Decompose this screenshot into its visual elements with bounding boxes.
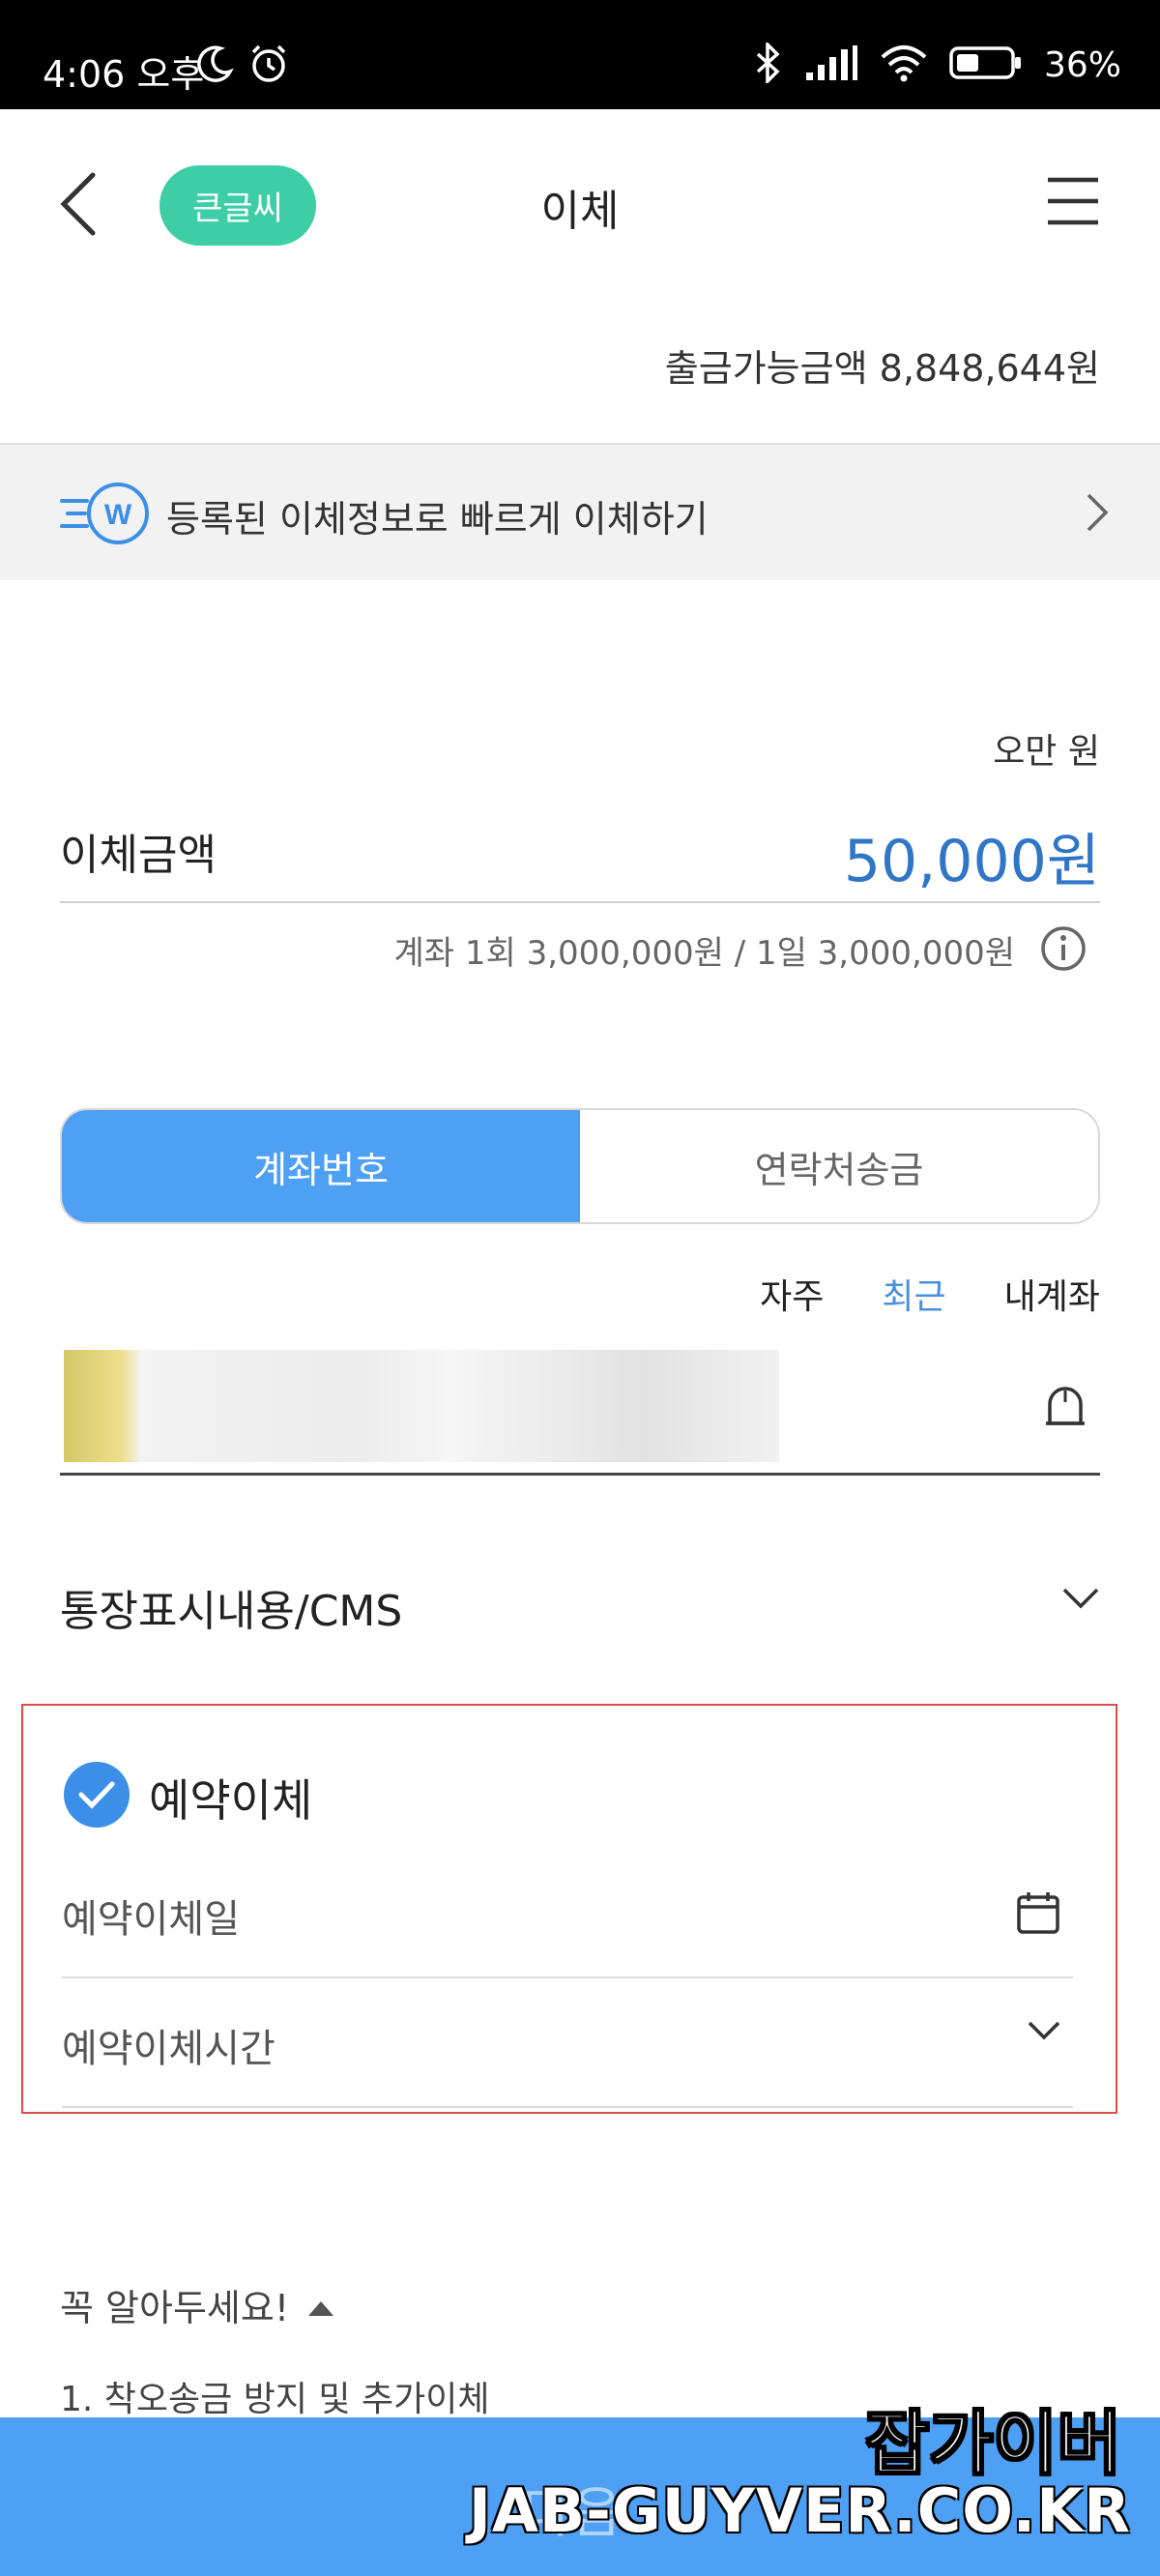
notice-item: 1. 착오송금 방지 및 추가이체 <box>60 2380 490 2419</box>
moon-icon <box>193 43 236 89</box>
reservation-time-label: 예약이체시간 <box>62 2027 276 2071</box>
account-input[interactable] <box>60 1348 1100 1476</box>
info-icon[interactable] <box>1039 924 1088 977</box>
reservation-checkbox[interactable] <box>64 1762 130 1828</box>
battery-icon <box>949 44 1023 85</box>
svg-text:W: W <box>104 499 132 531</box>
triangle-up-icon <box>306 2284 335 2327</box>
blurred-account-info <box>64 1350 779 1462</box>
amount-input[interactable]: 50,000원 <box>844 814 1100 898</box>
amount-in-words: 오만 원 <box>993 732 1100 772</box>
notice-title: 꼭 알아두세요! <box>60 2287 290 2329</box>
amount-label: 이체금액 <box>60 831 217 880</box>
menu-button[interactable] <box>1044 172 1102 230</box>
status-time: 4:06 오후 <box>43 53 205 96</box>
available-balance: 출금가능금액 8,848,644원 <box>664 347 1100 390</box>
tab-contact-transfer[interactable]: 연락처송금 <box>580 1110 1098 1222</box>
watermark-korean: 잡가이버 <box>864 2402 1122 2485</box>
reservation-time-field[interactable]: 예약이체시간 <box>62 1980 1073 2108</box>
watermark-url: JAB-GUYVER.CO.KR <box>468 2475 1131 2546</box>
amount-underline <box>60 901 1100 903</box>
hamburger-menu-icon <box>1048 177 1098 225</box>
tab-account-number[interactable]: 계좌번호 <box>62 1110 580 1222</box>
account-filters: 자주 최근 내계좌 <box>760 1269 1100 1319</box>
memo-cms-label: 통장표시내용/CMS <box>60 1587 403 1636</box>
quick-transfer-bar[interactable]: W 등록된 이체정보로 빠르게 이체하기 <box>0 443 1160 580</box>
fast-transfer-icon: W <box>58 478 155 553</box>
reservation-title: 예약이체 <box>149 1774 313 1827</box>
quick-transfer-label: 등록된 이체정보로 빠르게 이체하기 <box>166 498 709 541</box>
filter-my-accounts[interactable]: 내계좌 <box>1004 1269 1100 1319</box>
notice-toggle[interactable]: 꼭 알아두세요! <box>60 2278 335 2331</box>
reservation-section: 예약이체 예약이체일 예약이체시간 <box>21 1704 1117 2114</box>
filter-frequent[interactable]: 자주 <box>760 1269 824 1319</box>
reservation-date-label: 예약이체일 <box>62 1897 240 1942</box>
chevron-down-icon <box>1061 1586 1100 1615</box>
alarm-icon <box>247 43 290 89</box>
memo-cms-row[interactable]: 통장표시내용/CMS <box>60 1566 1100 1654</box>
signal-icon <box>804 44 858 86</box>
status-right: 36% <box>754 40 1121 87</box>
calendar-icon <box>1015 1889 1061 1940</box>
filter-recent[interactable]: 최근 <box>882 1269 945 1319</box>
page-title: 이체 <box>540 187 620 236</box>
chevron-down-icon <box>1027 2019 1061 2046</box>
status-bar: 4:06 오후 36% <box>0 0 1160 109</box>
bluetooth-icon <box>754 40 783 87</box>
bank-select-icon[interactable] <box>1042 1383 1088 1433</box>
wifi-icon <box>880 44 928 86</box>
battery-percent: 36% <box>1043 44 1121 85</box>
reservation-date-field[interactable]: 예약이체일 <box>62 1851 1073 1978</box>
check-icon <box>78 1781 115 1809</box>
transfer-limit: 계좌 1회 3,000,000원 / 1일 3,000,000원 <box>393 934 1015 973</box>
chevron-right-icon <box>1083 489 1112 540</box>
recipient-type-tabs: 계좌번호 연락처송금 <box>60 1108 1100 1224</box>
